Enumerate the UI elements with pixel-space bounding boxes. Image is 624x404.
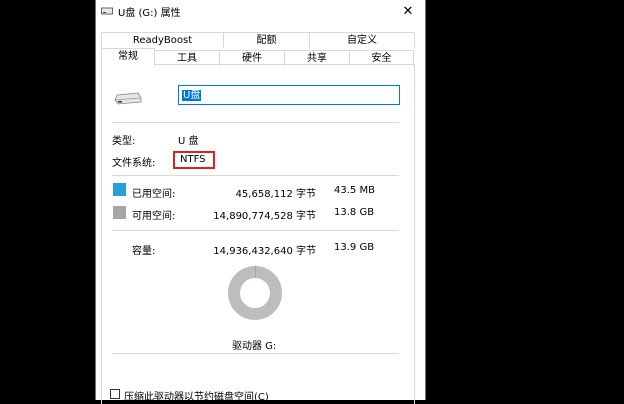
divider (112, 122, 399, 123)
disk-usage-donut (228, 266, 282, 320)
tab-label: 共享 (307, 53, 327, 64)
tab-label: 工具 (177, 53, 197, 64)
tab-row-top: ReadyBoost 配额 自定义 (101, 32, 415, 48)
type-value: U 盘 (178, 136, 199, 147)
drive-icon (114, 92, 142, 105)
tab-label: 安全 (371, 53, 392, 64)
free-space-bytes: 14,890,774,528 字节 (213, 211, 316, 222)
drive-name-input[interactable]: U盘 (178, 85, 400, 105)
tab-readyboost[interactable]: ReadyBoost (101, 32, 224, 48)
free-space-size: 13.8 GB (334, 207, 375, 218)
tab-customize[interactable]: 自定义 (309, 32, 415, 48)
capacity-label: 容量: (132, 246, 156, 257)
tab-label: 配额 (256, 35, 277, 46)
close-icon: ✕ (402, 4, 414, 19)
free-space-label: 可用空间: (132, 211, 176, 222)
filesystem-label: 文件系统: (112, 158, 156, 169)
divider (112, 230, 399, 231)
divider (112, 353, 399, 354)
tab-label: 硬件 (242, 53, 262, 64)
used-space-size: 43.5 MB (334, 185, 375, 196)
capacity-size: 13.9 GB (334, 242, 375, 253)
drive-name-value: U盘 (182, 90, 202, 101)
used-space-label: 已用空间: (132, 189, 176, 200)
type-label: 类型: (112, 136, 136, 147)
properties-dialog: U盘 (G:) 属性 ✕ ReadyBoost 配额 自定义 常规 工具 硬件 … (95, 0, 426, 404)
compress-label: 压缩此驱动器以节约磁盘空间(C) (124, 392, 269, 403)
tab-quota[interactable]: 配额 (223, 32, 310, 48)
drive-letter-label: 驱动器 G: (232, 341, 277, 352)
donut-free-segment (228, 266, 282, 320)
tab-general[interactable]: 常规 (101, 48, 155, 66)
close-button[interactable]: ✕ (397, 1, 419, 23)
usb-drive-icon (101, 7, 113, 15)
divider (112, 175, 399, 176)
used-space-swatch (113, 183, 126, 196)
window-title: U盘 (G:) 属性 (118, 8, 181, 19)
compress-checkbox[interactable] (110, 389, 120, 399)
filesystem-value: NTFS (180, 154, 206, 165)
tab-label: 自定义 (347, 35, 377, 46)
title-bar: U盘 (G:) 属性 ✕ (96, 0, 425, 26)
free-space-swatch (113, 206, 126, 219)
tab-label: ReadyBoost (132, 35, 193, 46)
general-panel: U盘 类型: U 盘 文件系统: NTFS 已用空间: 45,658,112 字… (101, 64, 415, 404)
used-space-bytes: 45,658,112 字节 (235, 189, 316, 200)
tab-label: 常规 (118, 51, 138, 62)
capacity-bytes: 14,936,432,640 字节 (213, 246, 316, 257)
